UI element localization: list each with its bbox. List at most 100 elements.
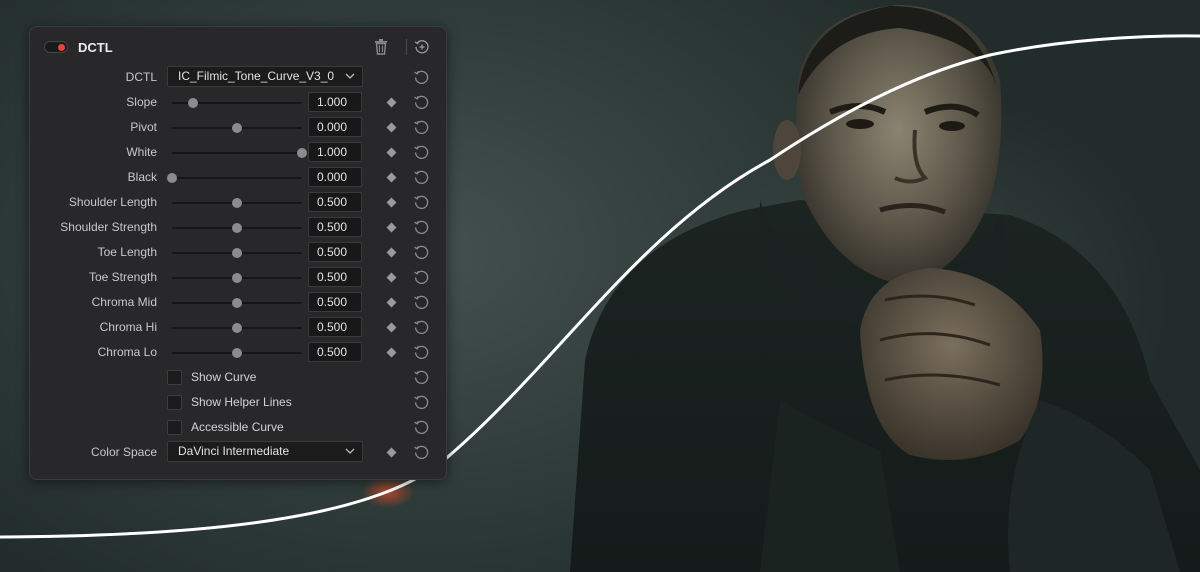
slider-track[interactable] [172, 248, 302, 258]
value-field[interactable]: 0.500 [308, 317, 362, 337]
slider-label: Toe Length [97, 245, 157, 259]
keyframe-diamond-icon[interactable] [386, 247, 397, 258]
reset-icon[interactable] [413, 119, 430, 136]
slider-thumb[interactable] [297, 148, 307, 158]
slider-thumb[interactable] [232, 348, 242, 358]
reset-icon[interactable] [413, 194, 430, 211]
slider-track[interactable] [172, 348, 302, 358]
color-space-select[interactable]: DaVinci Intermediate [167, 441, 363, 462]
keyframe-diamond-icon[interactable] [386, 347, 397, 358]
keyframe-diamond-icon[interactable] [386, 97, 397, 108]
reset-icon[interactable] [413, 419, 430, 436]
slider-label: Shoulder Length [68, 195, 157, 209]
enable-toggle[interactable] [44, 41, 68, 53]
slider-thumb[interactable] [232, 273, 242, 283]
color-space-row: Color Space DaVinci Intermediate [30, 440, 446, 465]
checkbox[interactable] [167, 420, 182, 435]
slider-row-white: White 1.000 [30, 140, 446, 165]
keyframe-diamond-icon[interactable] [386, 222, 397, 233]
value-field[interactable]: 0.500 [308, 292, 362, 312]
dctl-row: DCTL IC_Filmic_Tone_Curve_V3_0 [30, 65, 446, 90]
slider-track[interactable] [172, 123, 302, 133]
reset-icon[interactable] [413, 344, 430, 361]
slider-label: Toe Strength [88, 270, 157, 284]
value-field[interactable]: 0.000 [308, 117, 362, 137]
keyframe-diamond-icon[interactable] [386, 197, 397, 208]
checkbox-row-show-helper-lines: Show Helper Lines [30, 390, 446, 415]
reset-icon[interactable] [413, 244, 430, 261]
trash-icon[interactable] [374, 39, 388, 55]
reset-icon[interactable] [413, 294, 430, 311]
checkbox[interactable] [167, 370, 182, 385]
reset-icon[interactable] [413, 444, 430, 461]
value-field[interactable]: 0.500 [308, 267, 362, 287]
dctl-panel: DCTL DCTL IC_Filmic_Tone_Curve_V3_0 Slop… [29, 26, 447, 480]
value-field[interactable]: 0.500 [308, 217, 362, 237]
slider-row-shoulder-length: Shoulder Length 0.500 [30, 190, 446, 215]
panel-title: DCTL [78, 40, 113, 55]
slider-thumb[interactable] [232, 123, 242, 133]
slider-label: Chroma Lo [97, 345, 157, 359]
reset-icon[interactable] [413, 219, 430, 236]
reset-icon[interactable] [413, 144, 430, 161]
slider-label: Slope [126, 95, 157, 109]
add-reset-icon[interactable] [414, 39, 430, 55]
slider-thumb[interactable] [232, 248, 242, 258]
dctl-select-value: IC_Filmic_Tone_Curve_V3_0 [178, 69, 335, 83]
keyframe-diamond-icon[interactable] [386, 147, 397, 158]
slider-thumb[interactable] [188, 98, 198, 108]
checkbox-row-show-curve: Show Curve [30, 365, 446, 390]
reset-icon[interactable] [413, 94, 430, 111]
slider-row-black: Black 0.000 [30, 165, 446, 190]
slider-track[interactable] [172, 273, 302, 283]
reset-icon[interactable] [413, 269, 430, 286]
slider-track[interactable] [172, 198, 302, 208]
checkbox[interactable] [167, 395, 182, 410]
keyframe-diamond-icon[interactable] [386, 322, 397, 333]
keyframe-diamond-icon[interactable] [386, 297, 397, 308]
reset-icon[interactable] [413, 369, 430, 386]
value-field[interactable]: 0.500 [308, 192, 362, 212]
slider-label: Pivot [130, 120, 157, 134]
reset-icon[interactable] [413, 394, 430, 411]
slider-thumb[interactable] [167, 173, 177, 183]
slider-thumb[interactable] [232, 323, 242, 333]
checkbox-label: Accessible Curve [191, 420, 284, 434]
enable-indicator [58, 44, 65, 51]
slider-label: White [126, 145, 157, 159]
dctl-select[interactable]: IC_Filmic_Tone_Curve_V3_0 [167, 66, 363, 87]
value-field[interactable]: 0.500 [308, 342, 362, 362]
keyframe-diamond-icon[interactable] [386, 172, 397, 183]
slider-thumb[interactable] [232, 298, 242, 308]
value-field[interactable]: 1.000 [308, 142, 362, 162]
checkbox-row-accessible-curve: Accessible Curve [30, 415, 446, 440]
slider-thumb[interactable] [232, 223, 242, 233]
chevron-down-icon [345, 448, 355, 454]
slider-label: Chroma Mid [91, 295, 157, 309]
slider-row-slope: Slope 1.000 [30, 90, 446, 115]
panel-header: DCTL [30, 27, 446, 67]
color-space-value: DaVinci Intermediate [178, 444, 290, 458]
keyframe-diamond-icon[interactable] [386, 122, 397, 133]
keyframe-diamond-icon[interactable] [386, 272, 397, 283]
value-field[interactable]: 0.000 [308, 167, 362, 187]
slider-track[interactable] [172, 148, 307, 158]
reset-icon[interactable] [413, 169, 430, 186]
slider-row-toe-strength: Toe Strength 0.500 [30, 265, 446, 290]
chevron-down-icon [345, 73, 355, 79]
slider-track[interactable] [172, 223, 302, 233]
value-field[interactable]: 1.000 [308, 92, 362, 112]
reset-icon[interactable] [413, 319, 430, 336]
slider-label: Chroma Hi [99, 320, 157, 334]
slider-track[interactable] [167, 173, 302, 183]
slider-row-pivot: Pivot 0.000 [30, 115, 446, 140]
slider-thumb[interactable] [232, 198, 242, 208]
slider-label: Black [127, 170, 157, 184]
slider-track[interactable] [172, 323, 302, 333]
value-field[interactable]: 0.500 [308, 242, 362, 262]
slider-track[interactable] [172, 298, 302, 308]
slider-row-chroma-lo: Chroma Lo 0.500 [30, 340, 446, 365]
slider-track[interactable] [172, 98, 302, 108]
reset-icon[interactable] [413, 69, 430, 86]
keyframe-diamond-icon[interactable] [386, 447, 397, 458]
